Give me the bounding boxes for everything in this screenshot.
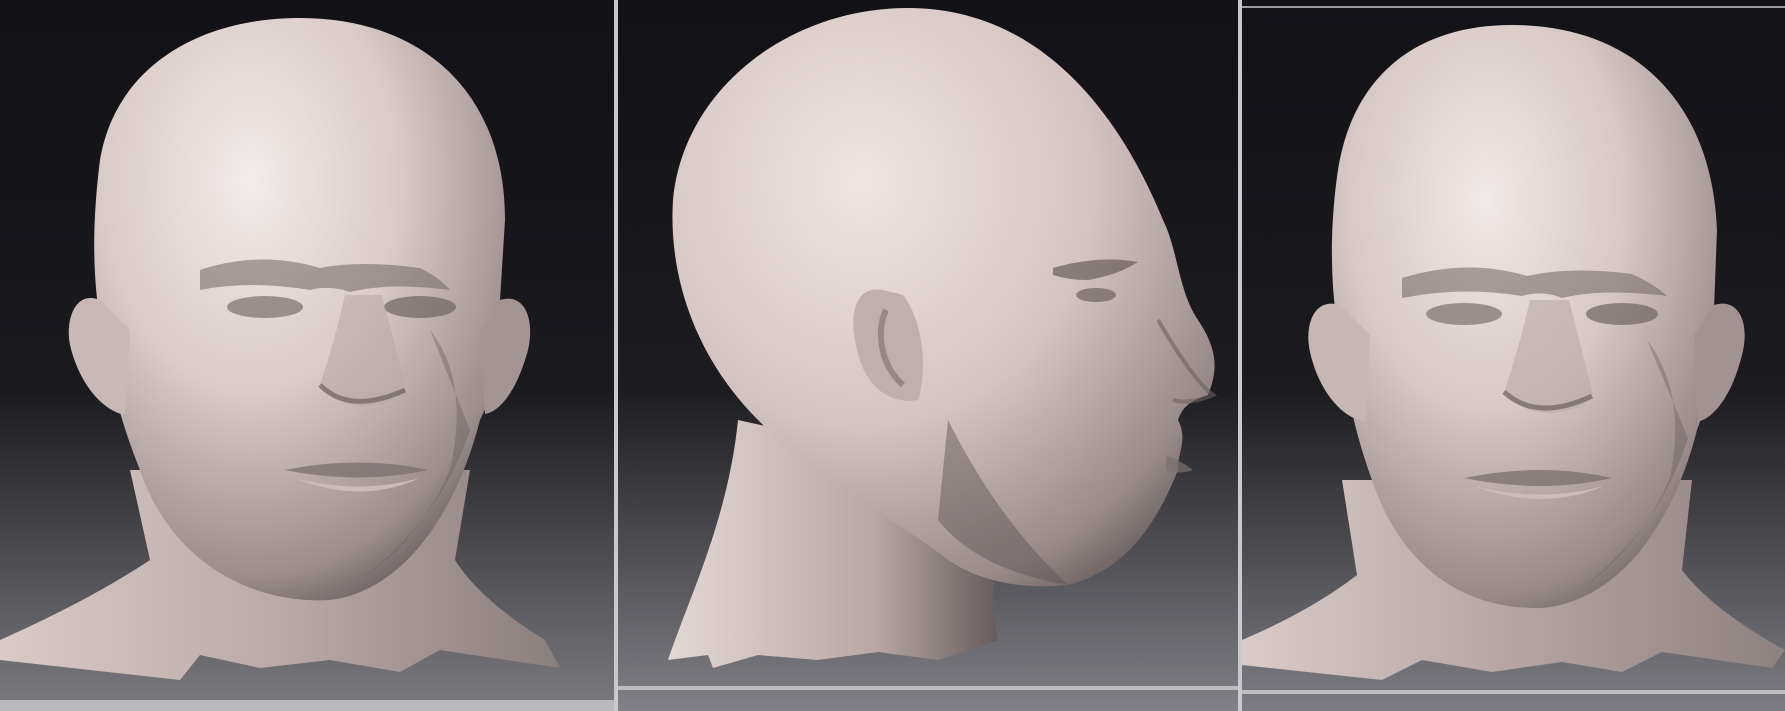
render-view-three-quarter (1242, 0, 1785, 711)
render-view-profile (618, 0, 1238, 711)
head-render-profile (618, 0, 1238, 711)
head-render-three-quarter (1242, 0, 1785, 711)
head-render-front (0, 0, 614, 711)
render-view-front (0, 0, 614, 711)
